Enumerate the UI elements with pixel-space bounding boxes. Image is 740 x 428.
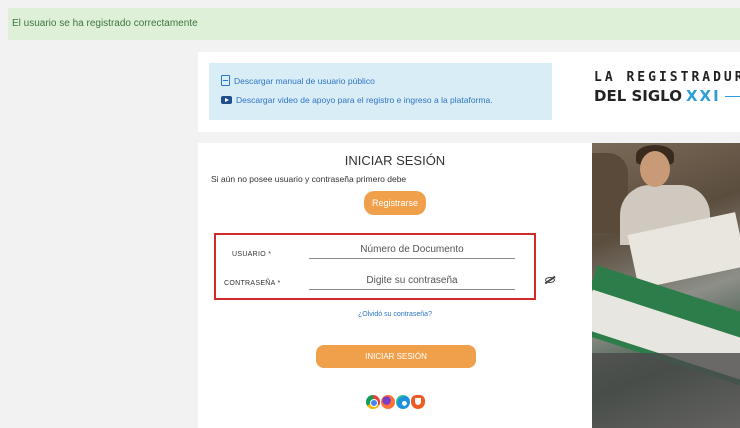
password-input[interactable] xyxy=(309,272,515,290)
register-button[interactable]: Registrarse xyxy=(364,191,426,215)
login-button[interactable]: INICIAR SESIÓN xyxy=(316,345,476,368)
resources-card: Descargar manual de usuario público Desc… xyxy=(198,52,740,132)
user-label: USUARIO * xyxy=(232,251,272,258)
forgot-password-link[interactable]: ¿Olvidó su contraseña? xyxy=(198,311,592,318)
login-title: INICIAR SESIÓN xyxy=(344,153,446,168)
video-link-label[interactable]: Descargar video de apoyo para el registr… xyxy=(236,95,493,105)
password-label: CONTRASEÑA * xyxy=(224,280,281,287)
brave-icon xyxy=(411,395,425,409)
manual-link-label[interactable]: Descargar manual de usuario público xyxy=(234,76,375,86)
success-alert: El usuario se ha registrado correctament… xyxy=(8,8,740,40)
info-box: Descargar manual de usuario público Desc… xyxy=(209,63,552,120)
user-input[interactable] xyxy=(309,241,515,259)
brand-line2-accent: XXI xyxy=(685,87,721,105)
video-icon xyxy=(221,95,232,104)
brand-logo: LA REGISTRADURÍA DEL SIGLO XXI xyxy=(594,70,740,105)
edge-icon xyxy=(396,395,410,409)
login-subtitle: Si aún no posee usuario y contraseña pri… xyxy=(211,174,407,184)
eye-icon[interactable] xyxy=(545,277,555,283)
brand-divider xyxy=(724,95,740,97)
video-link[interactable]: Descargar video de apoyo para el registr… xyxy=(221,92,552,107)
photo-person-face xyxy=(640,151,670,187)
supported-browsers xyxy=(366,395,426,409)
brand-line2-prefix: DEL SIGLO xyxy=(594,87,682,105)
firefox-icon xyxy=(381,395,395,409)
chrome-icon xyxy=(366,395,380,409)
brand-line1: LA REGISTRADURÍA xyxy=(594,70,740,85)
hero-photo xyxy=(592,143,740,428)
brand-line2: DEL SIGLO XXI xyxy=(594,87,740,105)
manual-link[interactable]: Descargar manual de usuario público xyxy=(221,73,552,88)
photo-shadow xyxy=(592,353,740,428)
login-panel: INICIAR SESIÓN Si aún no posee usuario y… xyxy=(198,143,592,428)
pdf-icon xyxy=(221,75,230,86)
